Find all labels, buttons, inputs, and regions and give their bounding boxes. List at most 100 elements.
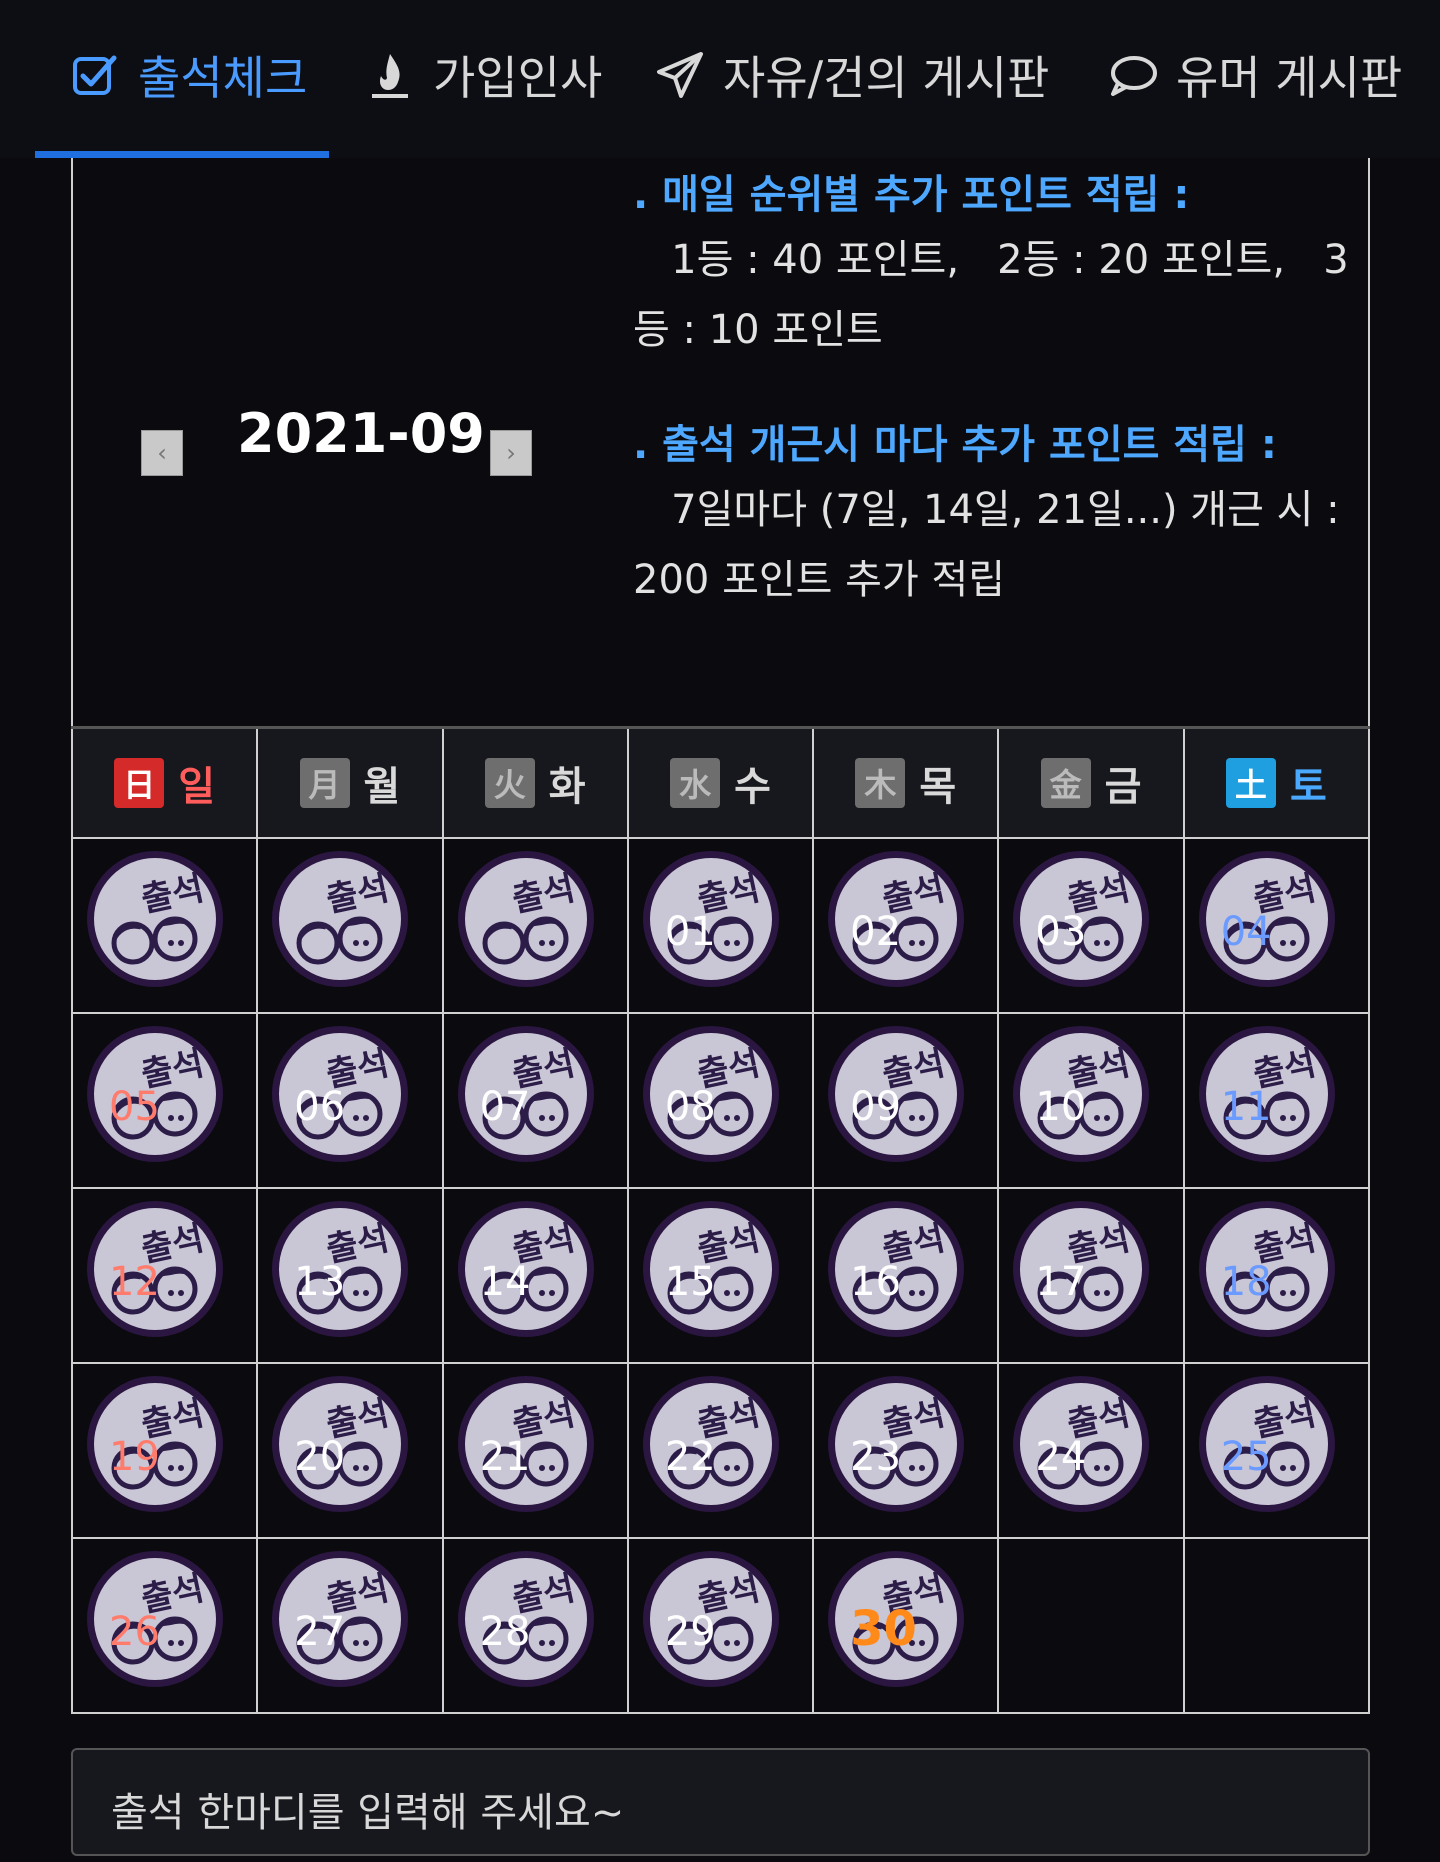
day-number: 01 (664, 909, 716, 955)
day-number: 26 (109, 1609, 160, 1655)
tab-label: 유머 게시판 (1176, 51, 1403, 105)
calendar-day-cell: 출석 29 (626, 1537, 815, 1714)
speech-bubble-icon (1108, 50, 1158, 100)
weekday-hanja-badge: 月 (299, 758, 350, 808)
checkbox-icon (70, 50, 120, 100)
calendar-day-cell: 출석 26 (70, 1537, 259, 1714)
calendar-day-cell: 출석 12 (70, 1187, 259, 1364)
tab-greetings[interactable]: 가입인사 (365, 40, 602, 110)
day-number: 15 (664, 1259, 716, 1305)
comment-placeholder: 출석 한마디를 입력해 주세요~ (111, 1790, 625, 1836)
tab-label: 가입인사 (433, 51, 603, 105)
calendar-day-cell: 출석 19 (70, 1362, 259, 1539)
calendar-day-cell: 출석 24 (997, 1362, 1185, 1539)
daily-rank-text-cont: 등 : 10 포인트 (633, 307, 883, 353)
day-number: 09 (850, 1084, 902, 1130)
day-number: 02 (850, 909, 902, 955)
chevron-right-icon: › (506, 439, 516, 467)
calendar-day-cell: 출석 13 (256, 1187, 444, 1364)
prev-month-button[interactable]: ‹ (141, 430, 183, 476)
attendance-stamp-icon: 출석 (452, 845, 600, 993)
month-navigator: ‹ 2021-09 › (141, 392, 532, 476)
calendar-day-cell: 출석 14 (441, 1187, 629, 1364)
current-month: 2021-09 (237, 402, 485, 465)
calendar-day-cell: 출석 07 (441, 1012, 629, 1189)
weekday-hanja-badge: 日 (114, 758, 165, 808)
weekday-hanja-badge: 水 (670, 758, 721, 808)
day-number: 23 (850, 1434, 902, 1480)
day-number: 06 (294, 1084, 346, 1130)
calendar-day-cell: 출석 11 (1182, 1012, 1371, 1189)
day-number: 29 (664, 1609, 716, 1655)
weekday-label: 월 (363, 764, 401, 810)
calendar-day-cell: 출석 20 (256, 1362, 444, 1539)
tab-label: 출석체크 (138, 51, 308, 105)
chevron-left-icon: ‹ (157, 439, 167, 467)
calendar-day-cell: 출석 18 (1182, 1187, 1371, 1364)
calendar-day-cell: 출석 01 (626, 837, 815, 1014)
top-navigation: 출석체크 가입인사 자유/건의 게시판 유머 게시판 (0, 0, 1440, 158)
day-number: 21 (479, 1434, 531, 1480)
calendar-day-cell: 출석 (70, 837, 259, 1014)
streak-text-cont: 200 포인트 추가 적립 (633, 557, 1006, 603)
weekday-label: 목 (919, 764, 957, 810)
calendar-week-row: 출석 26 출석 27 출석 28 출석 29 출석 30 (70, 1537, 1371, 1714)
day-number: 04 (1220, 909, 1272, 955)
day-number: 18 (1220, 1259, 1272, 1305)
weekday-header: 日일 (70, 726, 259, 839)
calendar-day-cell: 출석 27 (256, 1537, 444, 1714)
weekday-label: 토 (1289, 764, 1327, 810)
calendar-day-cell: 출석 28 (441, 1537, 629, 1714)
paper-plane-icon (655, 50, 705, 100)
weekday-hanja-badge: 金 (1040, 758, 1091, 808)
streak-heading: . 출석 개근시 마다 추가 포인트 적립 : (633, 422, 1277, 468)
calendar-day-cell: 출석 06 (256, 1012, 444, 1189)
day-number: 13 (294, 1259, 346, 1305)
calendar-day-cell: 출석 09 (812, 1012, 1000, 1189)
weekday-label: 일 (178, 764, 216, 810)
calendar-day-cell: 출석 21 (441, 1362, 629, 1539)
comment-input[interactable]: 출석 한마디를 입력해 주세요~ (71, 1748, 1370, 1856)
weekday-hanja-badge: 木 (855, 758, 906, 808)
day-number: 11 (1220, 1084, 1272, 1130)
calendar-day-cell: 출석 22 (626, 1362, 815, 1539)
tab-humor-board[interactable]: 유머 게시판 (1108, 40, 1402, 110)
tab-attendance[interactable]: 출석체크 (70, 40, 307, 110)
day-number: 28 (479, 1609, 531, 1655)
calendar-week-row: 출석 19 출석 20 출석 21 출석 22 출석 23 출석 24 출석 25 (70, 1362, 1371, 1539)
weekday-header: 金금 (997, 726, 1185, 839)
calendar-week-row: 출석 출석 출석 출석 01 출석 02 출석 03 출석 04 (70, 837, 1371, 1014)
weekday-header: 木목 (812, 726, 1000, 839)
streak-text: 7일마다 (7일, 14일, 21일...) 개근 시 : (633, 487, 1340, 533)
weekday-header: 土토 (1182, 726, 1371, 839)
day-number: 10 (1035, 1084, 1087, 1130)
calendar-day-cell: 출석 03 (997, 837, 1185, 1014)
day-number: 17 (1035, 1259, 1087, 1305)
day-number: 30 (850, 1601, 917, 1657)
day-number: 22 (664, 1434, 716, 1480)
day-number: 20 (294, 1434, 346, 1480)
calendar-day-cell: 출석 08 (626, 1012, 815, 1189)
daily-rank-text: 1등 : 40 포인트, 2등 : 20 포인트, 3 (633, 237, 1349, 283)
next-month-button[interactable]: › (490, 430, 532, 476)
calendar-day-cell: 출석 (256, 837, 444, 1014)
calendar-day-cell: 출석 15 (626, 1187, 815, 1364)
flame-icon (365, 50, 415, 100)
point-rules: . 매일 순위별 추가 포인트 적립 : 1등 : 40 포인트, 2등 : 2… (633, 165, 1353, 615)
weekday-label: 금 (1104, 764, 1142, 810)
day-number: 14 (479, 1259, 531, 1305)
weekday-label: 수 (734, 764, 771, 810)
tab-free-board[interactable]: 자유/건의 게시판 (655, 40, 1049, 110)
weekday-hanja-badge: 火 (484, 758, 535, 808)
attendance-stamp-icon: 출석 (266, 845, 414, 993)
calendar-day-cell (1182, 1537, 1371, 1714)
day-number: 19 (109, 1434, 160, 1480)
calendar-day-cell: 출석 17 (997, 1187, 1185, 1364)
calendar-day-cell: 출석 16 (812, 1187, 1000, 1364)
calendar-day-cell: 출석 23 (812, 1362, 1000, 1539)
day-number: 27 (294, 1609, 346, 1655)
attendance-stamp-icon: 출석 (81, 845, 229, 993)
calendar-day-cell: 출석 10 (997, 1012, 1185, 1189)
calendar-day-cell: 출석 02 (812, 837, 1000, 1014)
calendar-week-row: 출석 05 출석 06 출석 07 출석 08 출석 09 출석 10 출석 11 (70, 1012, 1371, 1189)
